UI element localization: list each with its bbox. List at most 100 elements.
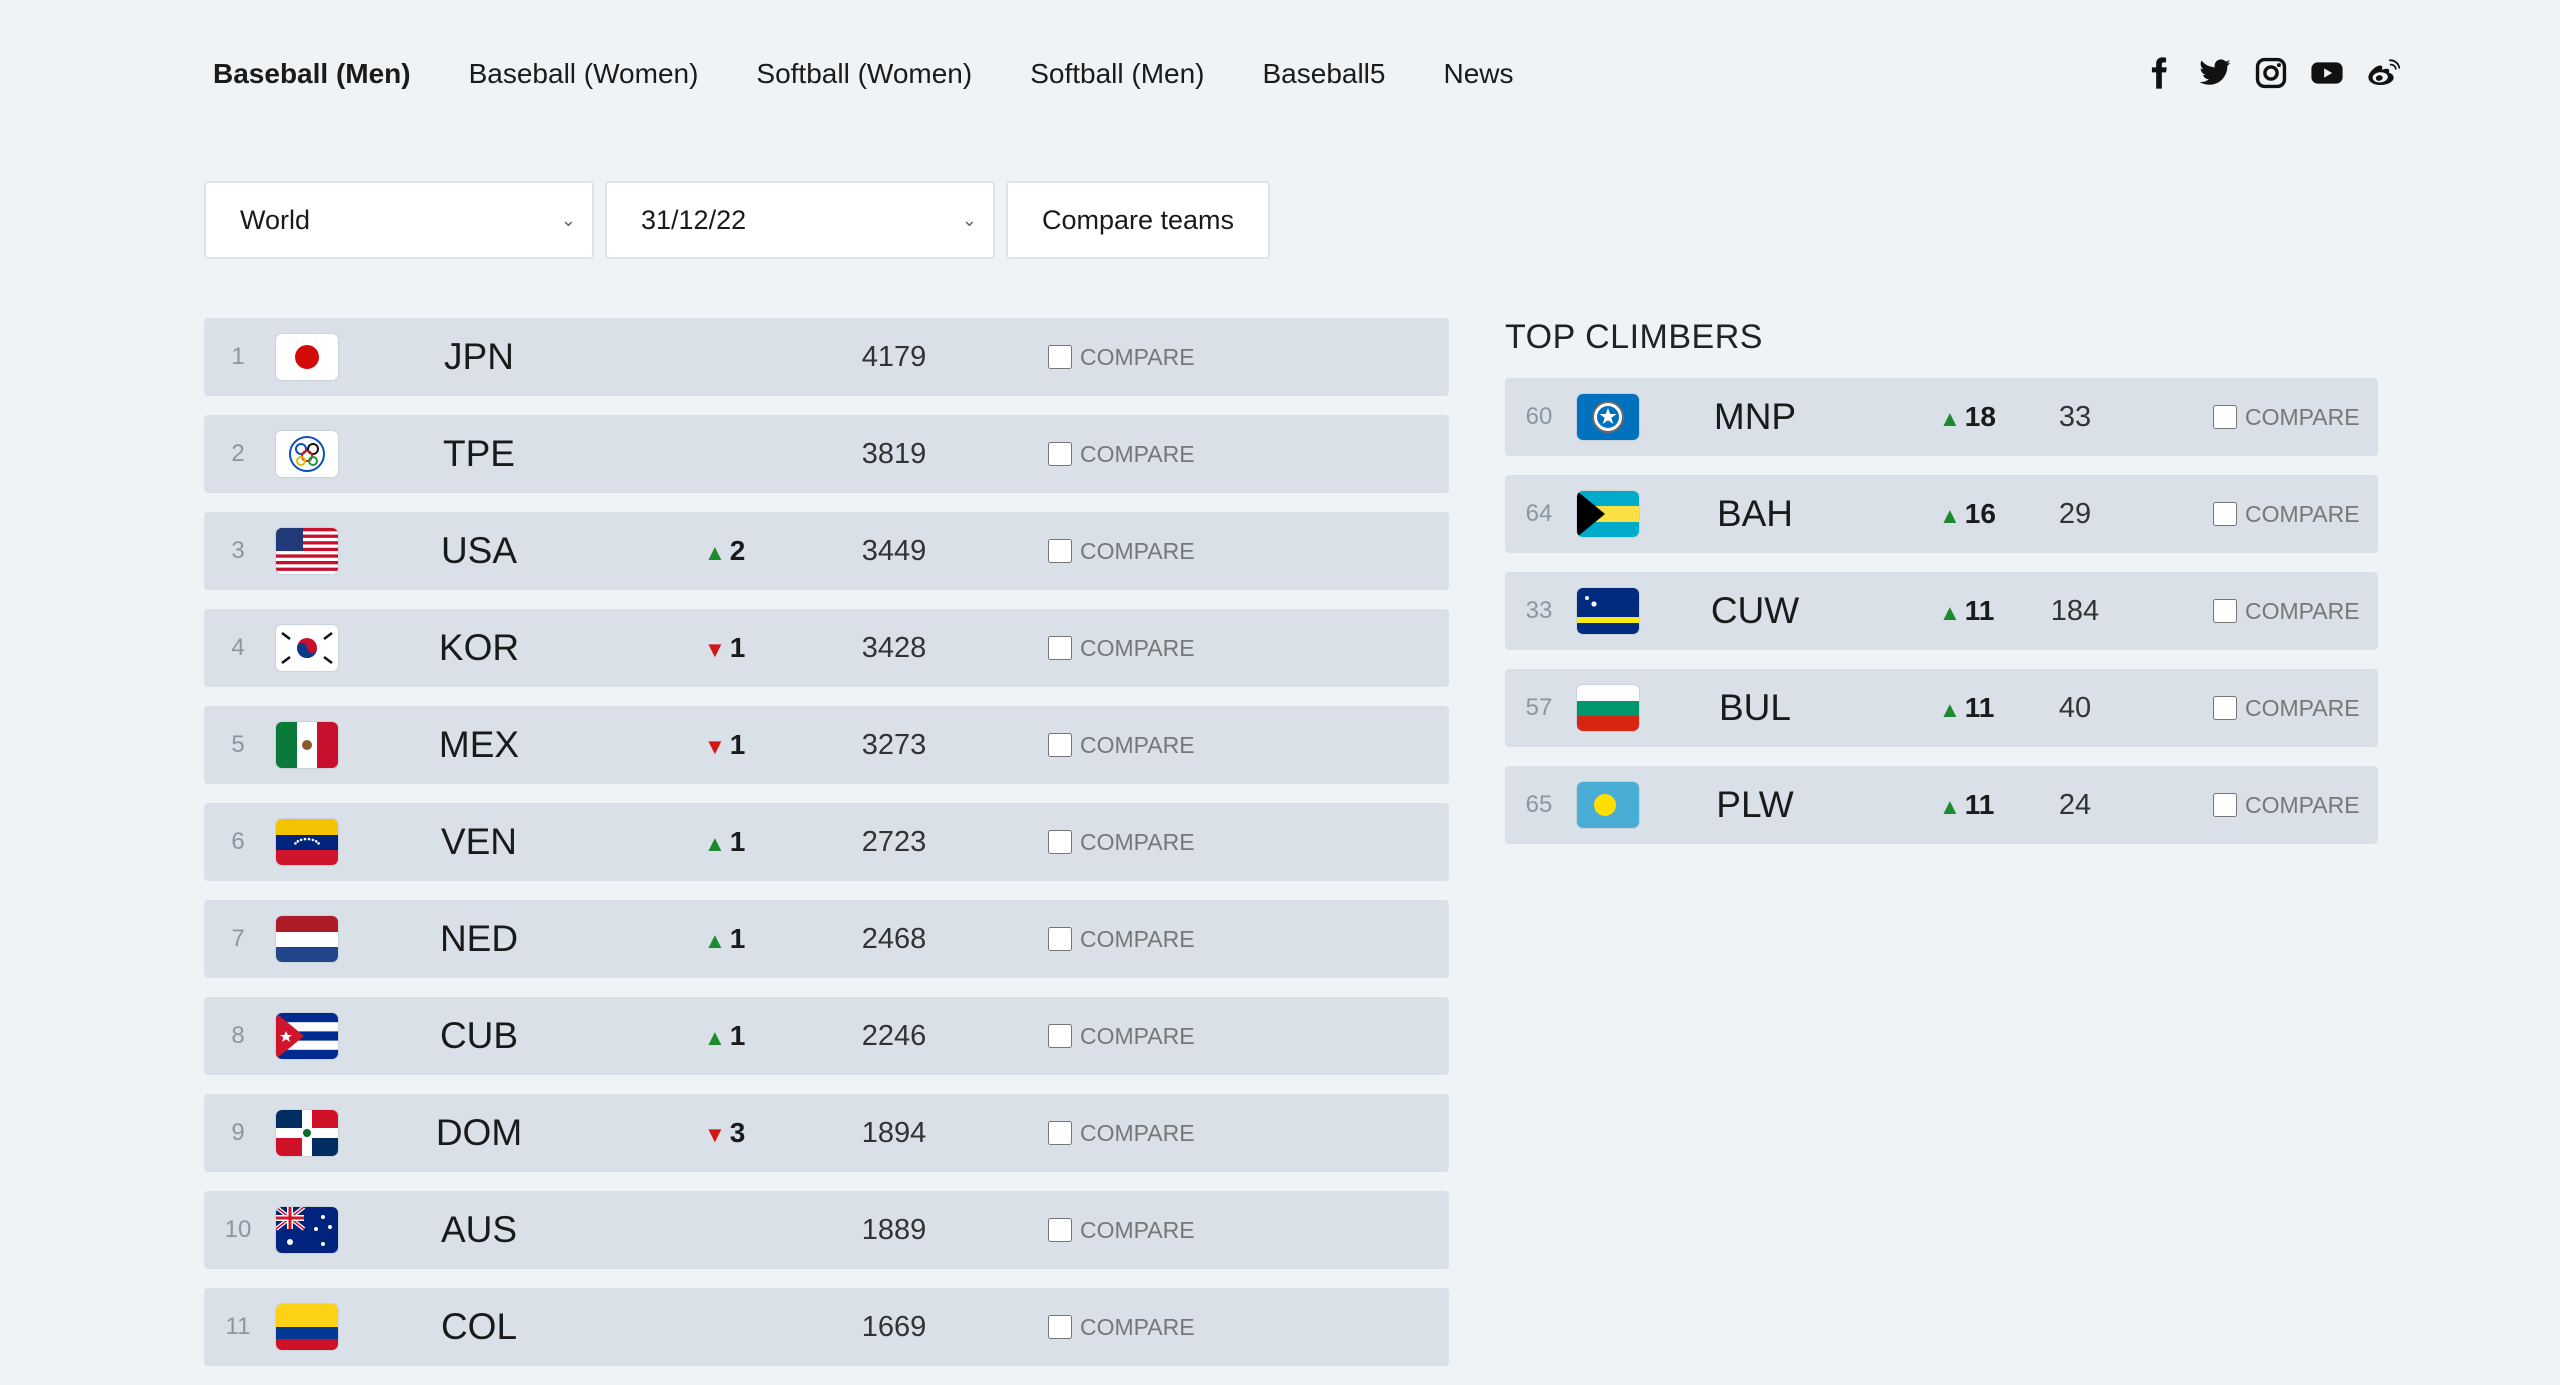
instagram-icon[interactable]: [2254, 56, 2288, 90]
points-value: 1669: [861, 1311, 927, 1343]
compare-toggle[interactable]: COMPARE: [1048, 1191, 1195, 1269]
compare-toggle[interactable]: COMPARE: [2213, 766, 2360, 844]
country-code: CUB: [439, 1015, 519, 1056]
ranking-row: 1 JPN 4179 COMPARE: [204, 318, 1449, 396]
rank-change-value: 1: [729, 632, 746, 663]
compare-label: COMPARE: [1080, 1119, 1195, 1146]
compare-toggle[interactable]: COMPARE: [1048, 997, 1195, 1075]
compare-checkbox[interactable]: [2213, 502, 2237, 526]
rank-number: 57: [1525, 694, 1553, 721]
compare-label: COMPARE: [1080, 1313, 1195, 1340]
points-value: 3449: [861, 535, 927, 567]
compare-checkbox[interactable]: [1048, 1024, 1072, 1048]
arrow-down-icon: ▼: [704, 637, 726, 662]
compare-checkbox[interactable]: [1048, 1218, 1072, 1242]
rank-change-value: 11: [1964, 789, 1995, 820]
compare-checkbox[interactable]: [1048, 733, 1072, 757]
compare-toggle[interactable]: COMPARE: [1048, 900, 1195, 978]
rank-change: ▲ 1: [704, 803, 794, 883]
compare-toggle[interactable]: COMPARE: [1048, 512, 1195, 590]
ned-flag-icon: [276, 916, 338, 962]
compare-checkbox[interactable]: [2213, 793, 2237, 817]
ranking-row: 2 TPE 3819 COMPARE: [204, 415, 1449, 493]
chevron-down-icon: ⌄: [560, 209, 576, 230]
tab-news[interactable]: News: [1443, 58, 1513, 90]
country-code: TPE: [443, 433, 515, 474]
filter-bar: World ⌄ 31/12/22 ⌄ Compare teams: [204, 181, 1270, 259]
arrow-down-icon: ▼: [704, 1122, 726, 1147]
tab-baseball5[interactable]: Baseball5: [1263, 58, 1386, 90]
tab-baseball-men[interactable]: Baseball (Men): [213, 58, 411, 90]
compare-label: COMPARE: [2245, 791, 2360, 818]
compare-toggle[interactable]: COMPARE: [1048, 1094, 1195, 1172]
compare-toggle[interactable]: COMPARE: [2213, 572, 2360, 650]
rank-change-value: 3: [729, 1117, 746, 1148]
ven-flag-icon: [276, 819, 338, 865]
compare-toggle[interactable]: COMPARE: [1048, 415, 1195, 493]
compare-checkbox[interactable]: [1048, 1315, 1072, 1339]
points-value: 2468: [861, 923, 927, 955]
climbers-list: 60 MNP ▲ 18 33 COMPARE 64 BAH ▲ 16 29 COMPARE 33 CUW ▲…: [1505, 378, 2378, 844]
rank-number: 6: [231, 828, 245, 855]
youtube-icon[interactable]: [2310, 56, 2344, 90]
rank-number: 1: [231, 343, 245, 370]
compare-checkbox[interactable]: [2213, 696, 2237, 720]
points-value: 3273: [861, 729, 927, 761]
ranking-row: 6 VEN ▲ 1 2723 COMPARE: [204, 803, 1449, 881]
tab-softball-men[interactable]: Softball (Men): [1030, 58, 1204, 90]
compare-checkbox[interactable]: [2213, 599, 2237, 623]
compare-checkbox[interactable]: [1048, 1121, 1072, 1145]
compare-toggle[interactable]: COMPARE: [1048, 1288, 1195, 1366]
rank-change: ▼ 1: [704, 609, 794, 689]
country-code: BAH: [1716, 493, 1794, 534]
tpe-flag-icon: [276, 431, 338, 477]
bul-flag-icon: [1577, 685, 1639, 731]
compare-toggle[interactable]: COMPARE: [2213, 378, 2360, 456]
compare-label: COMPARE: [1080, 1216, 1195, 1243]
arrow-up-icon: ▲: [1939, 697, 1961, 722]
compare-toggle[interactable]: COMPARE: [2213, 475, 2360, 553]
country-code: USA: [440, 530, 518, 571]
dom-flag-icon: [276, 1110, 338, 1156]
compare-checkbox[interactable]: [1048, 927, 1072, 951]
rank-change-value: 11: [1964, 595, 1995, 626]
compare-checkbox[interactable]: [2213, 405, 2237, 429]
ranking-row: 9 DOM ▼ 3 1894 COMPARE: [204, 1094, 1449, 1172]
climber-row: 64 BAH ▲ 16 29 COMPARE: [1505, 475, 2378, 553]
compare-teams-button[interactable]: Compare teams: [1006, 181, 1270, 259]
rank-number: 10: [224, 1216, 252, 1243]
compare-toggle[interactable]: COMPARE: [1048, 803, 1195, 881]
compare-label: COMPARE: [2245, 597, 2360, 624]
rank-change-value: 1: [729, 729, 746, 760]
twitter-icon[interactable]: [2198, 56, 2232, 90]
region-select[interactable]: World ⌄: [204, 181, 594, 259]
compare-checkbox[interactable]: [1048, 830, 1072, 854]
country-code: KOR: [438, 627, 520, 668]
compare-toggle[interactable]: COMPARE: [2213, 669, 2360, 747]
country-code: VEN: [440, 821, 518, 862]
rank-number: 60: [1525, 403, 1553, 430]
compare-checkbox[interactable]: [1048, 442, 1072, 466]
usa-flag-icon: [276, 528, 338, 574]
compare-label: COMPARE: [2245, 403, 2360, 430]
date-select[interactable]: 31/12/22 ⌄: [605, 181, 995, 259]
compare-toggle[interactable]: COMPARE: [1048, 609, 1195, 687]
tab-softball-women[interactable]: Softball (Women): [756, 58, 972, 90]
country-code: PLW: [1716, 784, 1794, 825]
compare-checkbox[interactable]: [1048, 345, 1072, 369]
tab-baseball-women[interactable]: Baseball (Women): [469, 58, 699, 90]
rank-change: ▲ 1: [704, 997, 794, 1077]
facebook-icon[interactable]: [2142, 56, 2176, 90]
weibo-icon[interactable]: [2366, 56, 2400, 90]
compare-toggle[interactable]: COMPARE: [1048, 318, 1195, 396]
rank-change-value: 18: [1964, 401, 1996, 432]
country-code: NED: [439, 918, 519, 959]
rank-number: 33: [1525, 597, 1553, 624]
compare-checkbox[interactable]: [1048, 636, 1072, 660]
arrow-up-icon: ▲: [1939, 406, 1961, 431]
points-value: 1894: [861, 1117, 927, 1149]
rank-number: 11: [225, 1313, 251, 1340]
compare-checkbox[interactable]: [1048, 539, 1072, 563]
mex-flag-icon: [276, 722, 338, 768]
compare-toggle[interactable]: COMPARE: [1048, 706, 1195, 784]
